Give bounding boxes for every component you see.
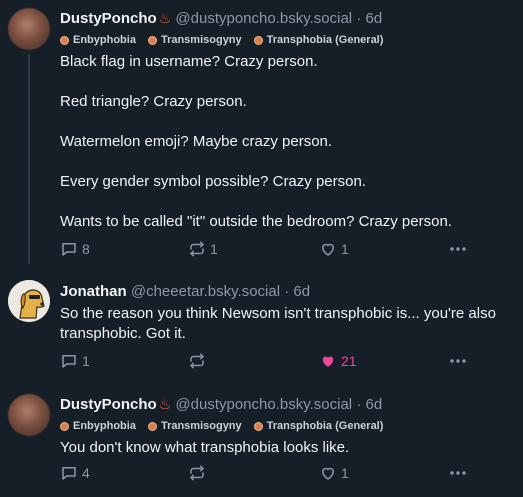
avatar[interactable] [8,280,50,322]
label-chip[interactable]: Transmisogyny [147,420,242,432]
avatar[interactable] [8,8,50,50]
separator: · [356,10,362,27]
post-header: DustyPoncho ♨ @dustyponcho.bsky.social · … [60,8,523,28]
labeler-icon [60,35,69,45]
post-header: DustyPoncho ♨ @dustyponcho.bsky.social · … [60,394,523,414]
post[interactable]: DustyPoncho ♨ @dustyponcho.bsky.social · … [0,0,523,265]
like-icon [322,243,334,256]
reply-count: 8 [82,241,90,257]
display-name[interactable]: Jonathan [60,283,127,300]
labeler-icon [147,421,157,431]
handle[interactable]: @cheeetar.bsky.social [131,283,280,300]
timestamp[interactable]: 6d [365,396,382,413]
label-chip[interactable]: Transphobia (General) [253,34,383,46]
more-icon [450,359,466,363]
post-text: You don't know what transphobia looks li… [60,439,350,456]
like-count: 1 [341,465,349,481]
post-header: Jonathan @cheeetar.bsky.social · 6d [60,282,523,302]
reply-icon [62,243,76,256]
like-icon [322,467,334,480]
label-chip[interactable]: Transmisogyny [147,34,242,46]
repost-button[interactable]: 1 [188,240,218,258]
display-name[interactable]: DustyPoncho [60,396,157,413]
timestamp[interactable]: 6d [293,283,310,300]
repost-icon [190,353,204,369]
repost-icon [190,241,204,257]
labeler-icon [253,421,263,431]
repost-count: 1 [210,241,218,257]
reply-button[interactable]: 1 [60,352,90,370]
hot-springs-badge-icon: ♨ [158,396,172,412]
thread-line [28,54,30,264]
reply-icon [62,467,76,480]
more-options-button[interactable] [448,464,468,482]
reply-icon [62,355,76,368]
label-chip[interactable]: Transphobia (General) [253,420,383,432]
like-count: 1 [341,241,349,257]
post-text: So the reason you think Newsom isn't tra… [60,305,496,342]
repost-button[interactable] [188,352,210,370]
hot-springs-badge-icon: ♨ [158,10,172,26]
dog-avatar-icon [8,280,50,322]
more-options-button[interactable] [448,352,468,370]
repost-icon [190,465,204,481]
moderation-labels: Enbyphobia Transmisogyny Transphobia (Ge… [60,32,523,48]
moderation-labels: Enbyphobia Transmisogyny Transphobia (Ge… [60,418,523,434]
timestamp[interactable]: 6d [365,10,382,27]
like-count: 21 [341,353,357,369]
more-icon [450,471,466,475]
label-chip[interactable]: Enbyphobia [60,420,136,432]
reply-count: 4 [82,465,90,481]
reply-count: 1 [82,353,90,369]
reply-button[interactable]: 4 [60,464,90,482]
like-button[interactable]: 1 [319,240,349,258]
more-icon [450,247,466,251]
post[interactable]: Jonathan @cheeetar.bsky.social · 6d So t… [0,272,523,382]
separator: · [284,283,290,300]
labeler-icon [60,421,69,431]
display-name[interactable]: DustyPoncho [60,10,157,27]
avatar[interactable] [8,394,50,436]
reply-button[interactable]: 8 [60,240,90,258]
label-chip[interactable]: Enbyphobia [60,34,136,46]
like-button[interactable]: 1 [319,464,349,482]
post-text: Black flag in username? Crazy person. Re… [60,53,452,230]
handle[interactable]: @dustyponcho.bsky.social [175,396,352,413]
separator: · [356,396,362,413]
like-button[interactable]: 21 [319,352,357,370]
handle[interactable]: @dustyponcho.bsky.social [175,10,352,27]
labeler-icon [253,35,263,45]
labeler-icon [147,35,157,45]
more-options-button[interactable] [448,240,468,258]
repost-button[interactable] [188,464,210,482]
post[interactable]: DustyPoncho ♨ @dustyponcho.bsky.social · … [0,386,523,497]
like-icon [322,356,334,367]
